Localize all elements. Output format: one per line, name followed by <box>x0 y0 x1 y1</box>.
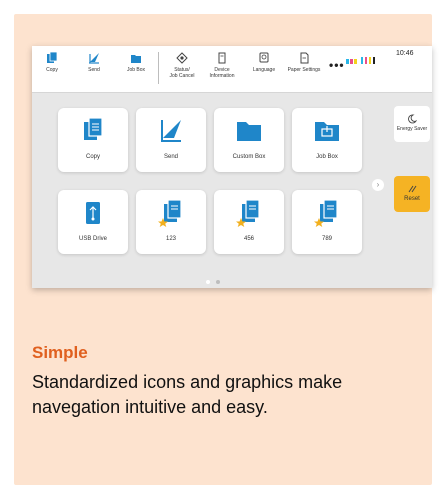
tile-favorite-789[interactable]: 789 <box>292 190 362 254</box>
device-info-icon <box>218 52 226 64</box>
top-toolbar: Copy Send Job Box Status/ Job Cancel Dev… <box>32 46 432 93</box>
energy-saver-label: Energy Saver <box>396 126 428 132</box>
toolbar-send-label: Send <box>88 67 100 73</box>
tile-job-box-label: Job Box <box>316 154 338 160</box>
toolbar-device-info[interactable]: Device Information <box>202 52 242 79</box>
reset-button[interactable]: Reset <box>394 176 430 212</box>
copy-icon <box>47 52 58 63</box>
toolbar-status[interactable]: Status/ Job Cancel <box>162 52 202 79</box>
toolbar-status-label: Status/ Job Cancel <box>169 67 195 79</box>
page-dot-active <box>206 280 210 284</box>
tile-favorite-123[interactable]: 123 <box>136 190 206 254</box>
toner-level-icon <box>346 57 375 64</box>
more-menu-button[interactable]: ••• <box>329 58 345 72</box>
tile-favorite-123-label: 123 <box>165 236 176 242</box>
page-indicator <box>205 271 221 288</box>
tile-send-label: Send <box>163 154 178 160</box>
toolbar-job-box[interactable]: Job Box <box>116 52 156 73</box>
language-icon <box>259 52 269 63</box>
tile-usb-drive[interactable]: USB Drive <box>58 190 128 254</box>
tile-favorite-456[interactable]: 456 <box>214 190 284 254</box>
clock: 10:46 <box>396 50 414 57</box>
folder-icon <box>237 122 261 141</box>
send-icon <box>161 120 181 142</box>
page-dot <box>216 280 221 284</box>
energy-saver-button[interactable]: Energy Saver <box>394 106 430 142</box>
toolbar-job-box-label: Job Box <box>126 67 146 73</box>
moon-icon <box>408 114 418 124</box>
tile-favorite-456-label: 456 <box>243 236 254 242</box>
tile-job-box[interactable]: Job Box <box>292 108 362 172</box>
toolbar-language[interactable]: Language <box>244 52 284 73</box>
status-icon <box>176 52 188 64</box>
tile-favorite-789-label: 789 <box>321 236 332 242</box>
toolbar-copy[interactable]: Copy <box>32 52 72 73</box>
tile-custom-box[interactable]: Custom Box <box>214 108 284 172</box>
toolbar-paper-settings[interactable]: Paper Settings <box>284 52 324 73</box>
job-box-icon <box>315 122 339 141</box>
job-box-icon <box>131 55 141 63</box>
tile-copy-label: Copy <box>85 154 100 160</box>
toolbar-copy-label: Copy <box>46 67 58 73</box>
send-icon <box>89 53 99 64</box>
device-screen: Copy Send Job Box Status/ Job Cancel Dev… <box>32 46 432 288</box>
tile-send[interactable]: Send <box>136 108 206 172</box>
tile-copy[interactable]: Copy <box>58 108 128 172</box>
tile-usb-drive-label: USB Drive <box>78 236 107 242</box>
paper-settings-icon <box>300 52 309 64</box>
toolbar-divider <box>158 52 159 84</box>
caption-title: Simple <box>32 343 88 362</box>
toolbar-paper-settings-label: Paper Settings <box>287 67 321 73</box>
usb-drive-icon <box>86 202 100 224</box>
copy-icon <box>84 117 103 140</box>
caption-body: Standardized icons and graphics make nav… <box>32 372 343 417</box>
chevron-right-icon: › <box>376 180 380 189</box>
toolbar-device-info-label: Device Information <box>209 67 235 79</box>
reset-icon <box>408 185 417 193</box>
toolbar-send[interactable]: Send <box>74 52 114 73</box>
toner-status <box>346 52 386 70</box>
favorite-document-icon <box>314 199 338 227</box>
reset-label: Reset <box>404 196 420 202</box>
favorite-document-icon <box>236 199 260 227</box>
toolbar-language-label: Language <box>252 67 276 73</box>
next-page-button[interactable]: › <box>372 179 384 191</box>
tile-custom-box-label: Custom Box <box>232 154 266 160</box>
favorite-document-icon <box>158 199 182 227</box>
